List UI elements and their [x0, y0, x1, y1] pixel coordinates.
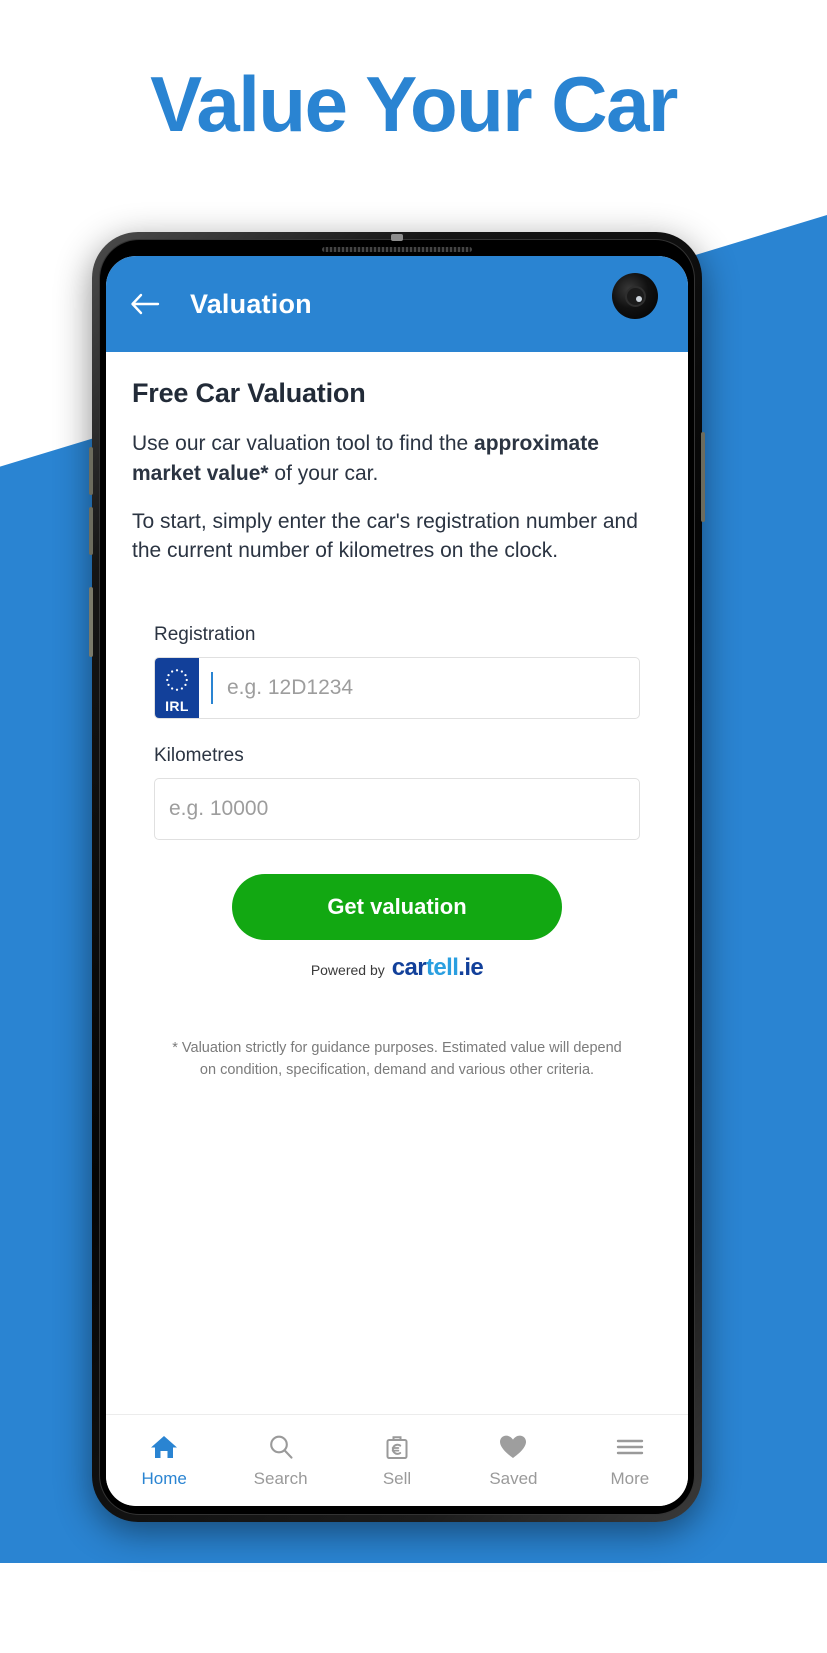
kilometres-input-row[interactable] [154, 778, 640, 841]
phone-mockup: Valuation Free Car Valuation Use our car… [89, 232, 705, 1522]
power-button[interactable] [89, 587, 93, 657]
kilometres-input[interactable] [155, 797, 639, 822]
intro-text-part2: of your car. [268, 461, 379, 485]
price-tag-euro-icon [383, 1432, 411, 1462]
cartell-logo: cartell.ie [391, 954, 484, 982]
powered-by-label: Powered by [310, 962, 385, 979]
irl-plate-badge: IRL [155, 658, 199, 719]
arrow-left-icon [131, 293, 160, 315]
camera-lens [624, 285, 646, 307]
valuation-content: Free Car Valuation Use our car valuation… [106, 352, 688, 1414]
intro-paragraph-2: To start, simply enter the car's registr… [132, 509, 638, 563]
valuation-form: Registration IRL e.g. 12D1234 Kilometres… [132, 624, 662, 1082]
white-bottom-band [0, 1563, 827, 1653]
nav-item-sell[interactable]: Sell [339, 1432, 455, 1489]
side-button-right[interactable] [701, 432, 705, 522]
nav-label-search: Search [253, 1469, 308, 1488]
registration-input-row[interactable]: IRL [154, 657, 640, 720]
nav-item-search[interactable]: Search [222, 1432, 338, 1489]
intro-text-part1: Use our car valuation tool to find the [132, 432, 475, 455]
cta-container: Get valuation Powered by cartell.ie [154, 874, 640, 982]
nav-label-sell: Sell [382, 1469, 412, 1488]
hamburger-menu-icon [615, 1432, 645, 1462]
section-heading: Free Car Valuation [132, 378, 366, 408]
nav-label-saved: Saved [489, 1469, 538, 1488]
nav-item-home[interactable]: Home [106, 1432, 222, 1489]
heart-icon [498, 1432, 528, 1462]
front-camera-icon [612, 273, 658, 319]
powered-by-row: Powered by cartell.ie [154, 954, 640, 982]
intro-paragraph-1: Use our car valuation tool to find the a… [132, 429, 662, 489]
valuation-disclaimer: * Valuation strictly for guidance purpos… [172, 1040, 622, 1078]
nav-label-home: Home [141, 1469, 187, 1488]
plate-country-code: IRL [165, 698, 189, 715]
back-button[interactable] [128, 287, 162, 321]
get-valuation-button[interactable]: Get valuation [232, 874, 562, 941]
app-bar: Valuation [106, 256, 688, 352]
bottom-navigation-bar: Home Search Sell Saved More [106, 1414, 688, 1506]
page-title: Value Your Car [150, 60, 678, 148]
brand-part-2: tell [426, 954, 459, 982]
nav-item-saved[interactable]: Saved [455, 1432, 571, 1489]
nav-label-more: More [610, 1469, 650, 1488]
brand-part-1: car [391, 954, 427, 982]
volume-up-button[interactable] [89, 447, 93, 495]
app-bar-title: Valuation [190, 288, 312, 319]
kilometres-label: Kilometres [154, 745, 244, 767]
volume-down-button[interactable] [89, 507, 93, 555]
home-icon [149, 1432, 179, 1462]
phone-screen: Valuation Free Car Valuation Use our car… [106, 256, 688, 1506]
brand-part-3: .ie [458, 954, 484, 982]
search-icon [267, 1432, 295, 1462]
proximity-sensor-icon [391, 234, 403, 241]
eu-stars-icon [166, 669, 188, 692]
earpiece-speaker [322, 247, 472, 252]
registration-input[interactable] [213, 658, 639, 719]
nav-item-more[interactable]: More [572, 1432, 688, 1489]
registration-label: Registration [154, 624, 256, 646]
